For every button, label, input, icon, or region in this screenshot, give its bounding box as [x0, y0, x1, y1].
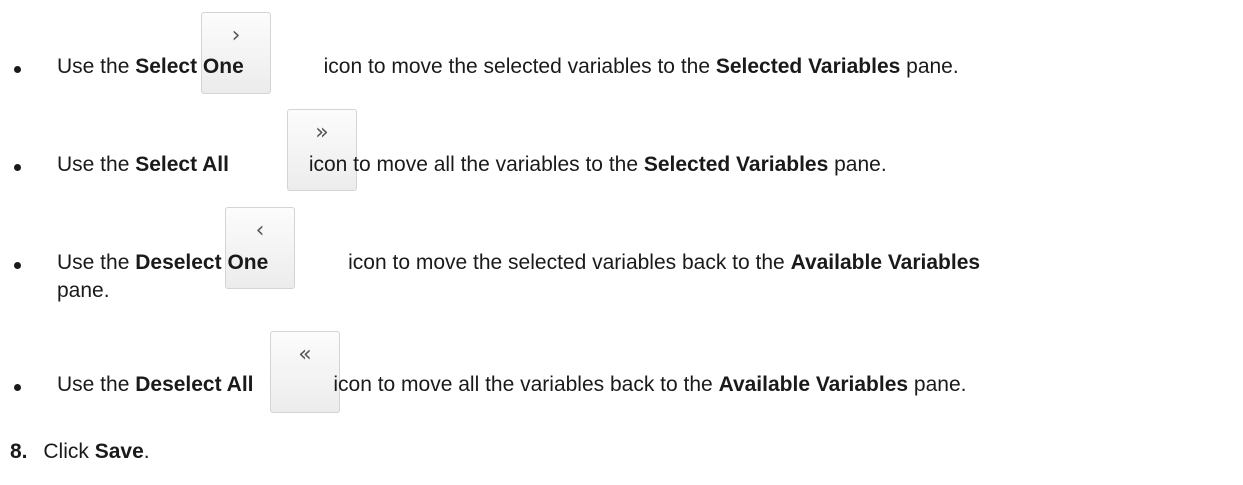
- list-item-select-all: » Use the Select All icon to move all th…: [0, 96, 1243, 192]
- list-item-deselect-one: ‹ Use the Deselect One icon to move the …: [0, 200, 1243, 310]
- bold-term: Select All: [135, 153, 229, 176]
- list-item-text: Use the Select All icon to move all the …: [57, 153, 887, 176]
- list-item-text: Use the Deselect All icon to move all th…: [57, 373, 967, 396]
- bold-target: Available Variables: [718, 373, 909, 396]
- bullet: [14, 164, 21, 171]
- bold-term: Deselect All: [135, 373, 254, 396]
- deselect-all-icon: «: [298, 342, 312, 367]
- bold-term: Deselect One: [135, 251, 269, 274]
- bullet: [14, 384, 21, 391]
- list-item-continuation: pane.: [57, 279, 110, 302]
- bullet: [14, 262, 21, 269]
- select-one-button[interactable]: ›: [201, 12, 271, 94]
- list-item-text: Use the Select One icon to move the sele…: [57, 55, 959, 78]
- select-all-button[interactable]: »: [287, 109, 357, 191]
- bullet: [14, 66, 21, 73]
- bold-target: Selected Variables: [643, 153, 829, 176]
- list-item-text: Use the Deselect One icon to move the se…: [57, 251, 981, 274]
- select-one-icon: ›: [231, 23, 241, 48]
- list-item-deselect-all: « Use the Deselect All icon to move all …: [0, 318, 1243, 414]
- deselect-one-icon: ‹: [255, 218, 265, 243]
- list-item-select-one: › Use the Select One icon to move the se…: [0, 0, 1243, 96]
- step-8: 8. Click Save.: [10, 440, 150, 463]
- bold-target: Available Variables: [790, 251, 981, 274]
- bold-term: Select One: [135, 55, 244, 78]
- save-term: Save: [94, 440, 144, 463]
- select-all-icon: »: [315, 120, 329, 145]
- bold-target: Selected Variables: [715, 55, 901, 78]
- deselect-one-button[interactable]: ‹: [225, 207, 295, 289]
- step-number: 8.: [10, 440, 28, 463]
